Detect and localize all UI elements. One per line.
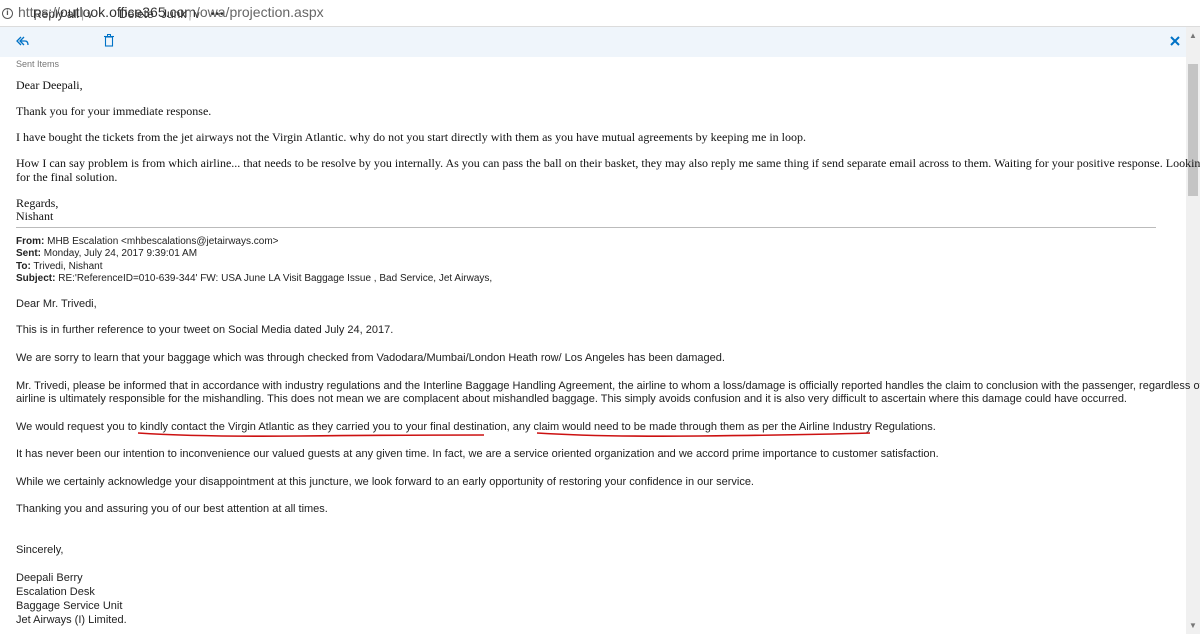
reply-paragraph: I have bought the tickets from the jet a… xyxy=(16,130,806,144)
original-paragraph: airline is ultimately responsible for th… xyxy=(16,393,1127,405)
header-to: To: Trivedi, Nishant xyxy=(16,261,103,272)
underline-stroke-1 xyxy=(137,432,485,437)
message-toolbar xyxy=(0,27,1186,57)
chevron-down-icon[interactable]: ∨ xyxy=(193,10,200,21)
signature-line: Baggage Service Unit xyxy=(16,600,123,612)
junk-button[interactable]: Junk | ∨ xyxy=(161,7,201,21)
original-greeting: Dear Mr. Trivedi, xyxy=(16,298,97,310)
reply-all-icon[interactable] xyxy=(16,35,29,47)
reply-paragraph: for the final solution. xyxy=(16,170,118,184)
underline-stroke-2 xyxy=(536,432,871,437)
reply-greeting: Dear Deepali, xyxy=(16,78,83,92)
header-from: From: MHB Escalation <mhbescalations@jet… xyxy=(16,236,279,247)
header-subject: Subject: RE:'ReferenceID=010-639-344' FW… xyxy=(16,273,493,284)
trash-icon[interactable] xyxy=(104,34,114,47)
site-info-icon[interactable]: i xyxy=(2,8,13,19)
original-paragraph: Mr. Trivedi, please be informed that in … xyxy=(16,380,1200,392)
folder-label: Sent Items xyxy=(16,59,60,69)
reply-paragraph: How I can say problem is from which airl… xyxy=(16,156,1200,170)
reply-paragraph: Thank you for your immediate response. xyxy=(16,104,212,118)
scrollbar-thumb[interactable] xyxy=(1188,64,1198,196)
scroll-down-icon[interactable]: ▼ xyxy=(1186,620,1200,632)
signature-line: Escalation Desk xyxy=(16,586,95,598)
chevron-down-icon[interactable]: ∨ xyxy=(86,10,93,21)
signature-line: Deepali Berry xyxy=(16,572,83,584)
header-sent: Sent: Monday, July 24, 2017 9:39:01 AM xyxy=(16,248,198,259)
quoted-message-divider xyxy=(16,227,1156,228)
reply-all-button[interactable]: Reply all | ∨ xyxy=(33,7,93,21)
reply-signature: Nishant xyxy=(16,209,54,223)
original-paragraph-highlighted: We would request you to kindly contact t… xyxy=(16,421,936,433)
original-paragraph: This is in further reference to your twe… xyxy=(16,324,394,336)
more-actions-button[interactable]: ••• xyxy=(211,9,225,20)
delete-button[interactable]: Delete xyxy=(119,7,154,21)
scroll-up-icon[interactable]: ▲ xyxy=(1186,30,1200,42)
signature-line: Jet Airways (I) Limited. xyxy=(16,614,127,626)
original-paragraph: While we certainly acknowledge your disa… xyxy=(16,476,754,488)
original-closing: Sincerely, xyxy=(16,544,64,556)
close-icon[interactable] xyxy=(1170,36,1180,46)
original-paragraph: Thanking you and assuring you of our bes… xyxy=(16,503,328,515)
red-underline-annotation xyxy=(137,432,871,437)
original-paragraph: It has never been our intention to incon… xyxy=(16,448,939,460)
original-paragraph: We are sorry to learn that your baggage … xyxy=(16,352,725,364)
